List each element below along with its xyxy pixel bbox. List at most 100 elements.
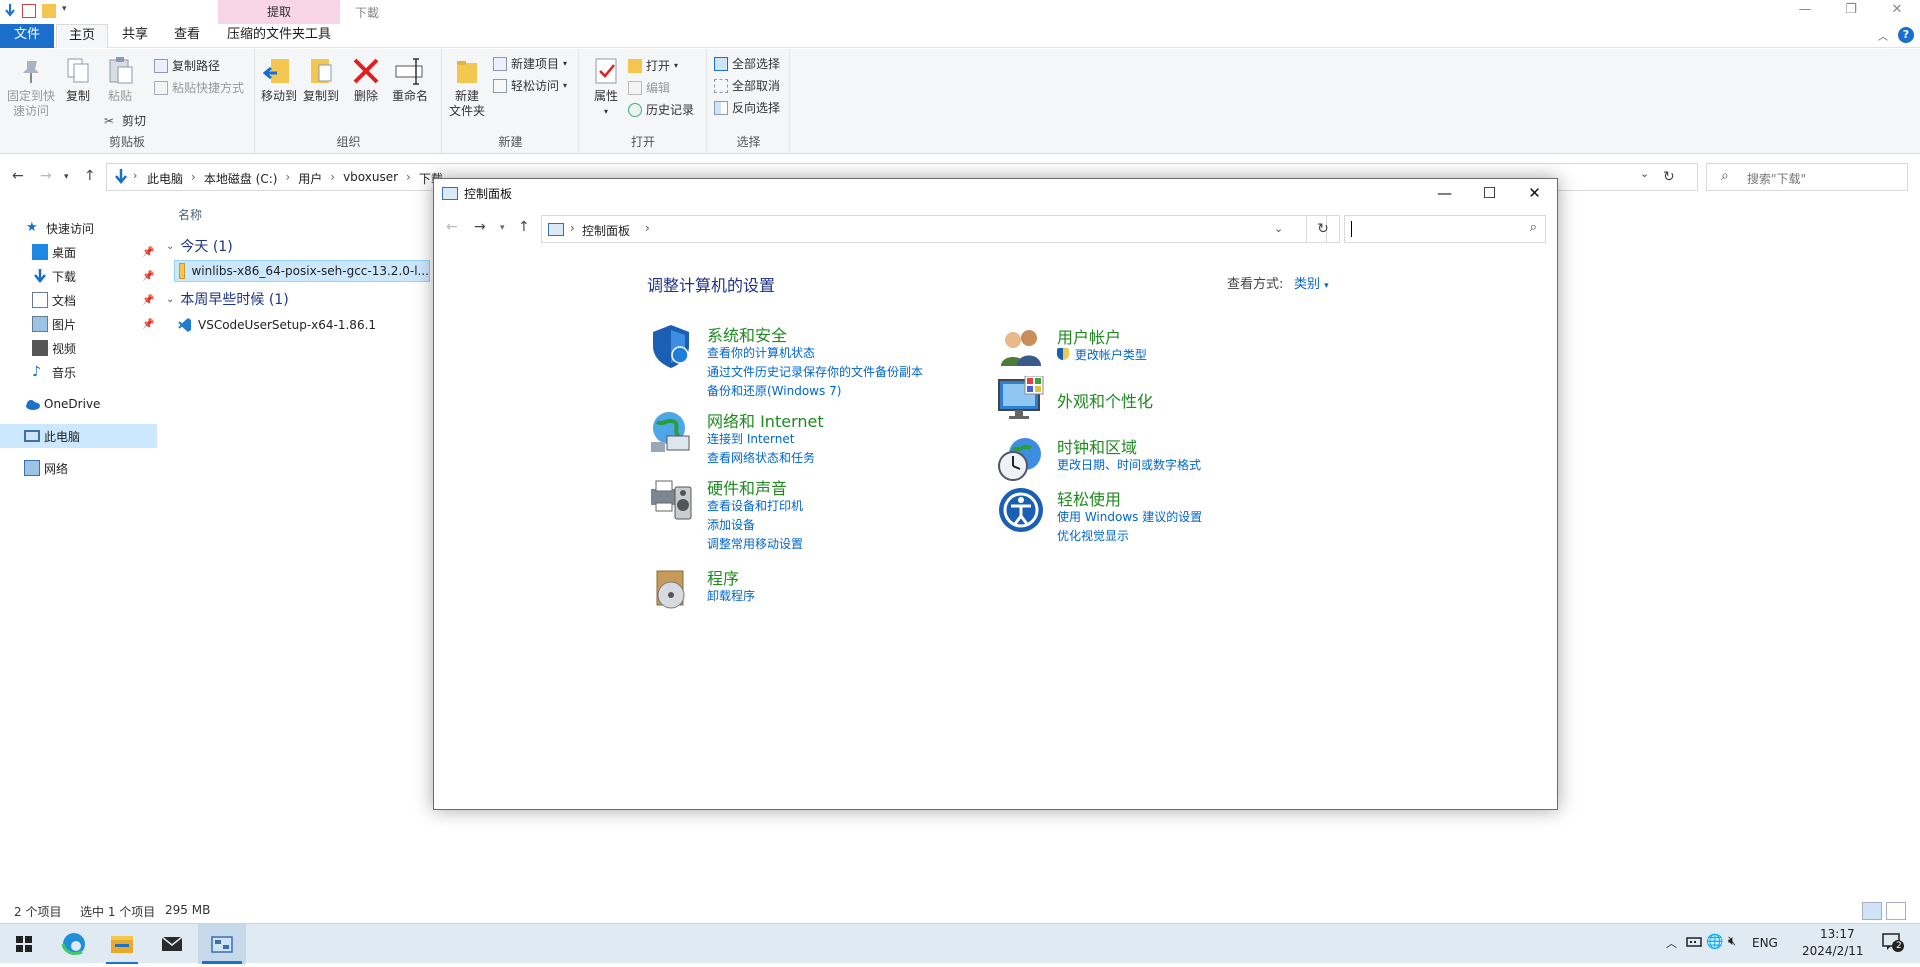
control-panel-search-input[interactable]: ⌕: [1344, 215, 1546, 243]
history-button[interactable]: 历史记录: [628, 101, 694, 118]
easy-access-button[interactable]: 轻松访问 ▾: [493, 77, 567, 94]
link-backup-restore[interactable]: 备份和还原(Windows 7): [707, 382, 841, 399]
taskbar-control-panel[interactable]: [198, 924, 246, 964]
nav-desktop[interactable]: 桌面 📌: [0, 240, 157, 264]
link-mobility-settings[interactable]: 调整常用移动设置: [707, 535, 803, 552]
properties-check-icon[interactable]: [22, 4, 36, 18]
breadcrumb-users[interactable]: 用户: [298, 170, 322, 187]
down-arrow-icon[interactable]: [4, 4, 16, 18]
details-view-icon[interactable]: [1862, 902, 1882, 920]
address-dropdown-chevron-icon[interactable]: ⌄: [1274, 222, 1283, 235]
cut-button[interactable]: ✂ 剪切: [104, 112, 146, 129]
paste-shortcut-button[interactable]: 粘贴快捷方式: [154, 79, 244, 96]
recent-locations-chevron-icon[interactable]: ▾: [500, 223, 505, 233]
invert-selection-button[interactable]: 反向选择: [714, 99, 780, 116]
start-button[interactable]: [0, 924, 48, 964]
link-network-status[interactable]: 查看网络状态和任务: [707, 449, 815, 466]
link-devices-printers[interactable]: 查看设备和打印机: [707, 497, 803, 514]
nav-documents[interactable]: 文档 📌: [0, 288, 157, 312]
nav-videos[interactable]: 视频: [0, 336, 157, 360]
new-folder-button[interactable]: 新建 文件夹: [449, 55, 485, 119]
pin-icon[interactable]: 📌: [142, 247, 154, 258]
edit-button[interactable]: 编辑: [628, 79, 670, 96]
clock-date[interactable]: 2024/2/11: [1802, 944, 1864, 958]
rename-button[interactable]: 重命名: [390, 55, 430, 104]
column-header-name[interactable]: 名称: [178, 206, 202, 223]
help-icon[interactable]: ?: [1898, 27, 1914, 43]
copy-path-button[interactable]: 复制路径: [154, 57, 220, 74]
forward-arrow-icon[interactable]: →: [474, 219, 486, 235]
paste-button[interactable]: 粘贴: [104, 55, 136, 104]
chevron-down-icon[interactable]: ▾: [62, 4, 70, 18]
folder-icon[interactable]: [42, 4, 56, 18]
link-optimize-visual-display[interactable]: 优化视觉显示: [1057, 527, 1129, 544]
refresh-icon[interactable]: ↻: [1306, 215, 1340, 243]
breadcrumb-control-panel[interactable]: 控制面板: [582, 222, 630, 239]
select-all-button[interactable]: 全部选择: [714, 55, 780, 72]
forward-arrow-icon[interactable]: →: [40, 168, 52, 184]
category-title[interactable]: 网络和 Internet: [707, 408, 824, 432]
category-title[interactable]: 轻松使用: [1057, 486, 1121, 510]
properties-button[interactable]: 属性 ▾: [590, 55, 622, 119]
speaker-muted-icon[interactable]: 🔇︎: [1728, 934, 1736, 949]
nav-quick-access[interactable]: ★ 快速访问: [0, 216, 157, 240]
pin-icon[interactable]: 📌: [142, 271, 154, 282]
input-language[interactable]: ENG: [1752, 936, 1778, 950]
clock-time[interactable]: 13:17: [1820, 927, 1855, 941]
show-hidden-icons-chevron-icon[interactable]: ︿: [1666, 935, 1677, 951]
tab-home[interactable]: 主页: [56, 24, 108, 48]
nav-network[interactable]: 网络: [0, 456, 157, 480]
nav-this-pc[interactable]: 此电脑: [0, 424, 157, 448]
tab-compressed-folder-tools[interactable]: 压缩的文件夹工具: [218, 24, 340, 48]
select-none-button[interactable]: 全部取消: [714, 77, 780, 94]
category-title[interactable]: 用户帐户: [1057, 324, 1121, 348]
tab-file[interactable]: 文件: [0, 24, 54, 48]
network-adapter-icon[interactable]: [1686, 935, 1702, 952]
delete-button[interactable]: 删除: [350, 55, 382, 104]
breadcrumb-this-pc[interactable]: 此电脑: [147, 170, 183, 187]
close-button[interactable]: ✕: [1874, 0, 1920, 22]
nav-pictures[interactable]: 图片 📌: [0, 312, 157, 336]
restore-button[interactable]: ❐: [1828, 0, 1874, 22]
minimize-button[interactable]: —: [1782, 0, 1828, 22]
nav-downloads[interactable]: 下载 📌: [0, 264, 157, 288]
file-row[interactable]: winlibs-x86_64-posix-seh-gcc-13.2.0-l...: [174, 260, 430, 282]
category-title[interactable]: 硬件和声音: [707, 475, 787, 499]
link-connect-internet[interactable]: 连接到 Internet: [707, 430, 794, 447]
group-today[interactable]: ⌄ 今天 (1): [166, 236, 233, 256]
up-arrow-icon[interactable]: ↑: [84, 168, 96, 184]
globe-icon[interactable]: 🌐: [1706, 934, 1723, 950]
address-dropdown-chevron-icon[interactable]: ⌄: [1640, 167, 1649, 180]
control-panel-address-box[interactable]: › 控制面板 ›: [541, 215, 1327, 243]
nav-music[interactable]: ♪ 音乐: [0, 360, 157, 384]
taskbar-mail[interactable]: [148, 924, 196, 964]
taskbar-file-explorer[interactable]: [98, 924, 146, 964]
breadcrumb-vboxuser[interactable]: vboxuser: [343, 170, 398, 187]
close-button[interactable]: ✕: [1512, 179, 1557, 209]
link-change-account-type[interactable]: 更改帐户类型: [1057, 346, 1147, 363]
nav-onedrive[interactable]: OneDrive: [0, 392, 157, 416]
file-row[interactable]: VSCodeUserSetup-x64-1.86.1: [174, 314, 376, 336]
category-title[interactable]: 外观和个性化: [1057, 388, 1153, 412]
minimize-button[interactable]: —: [1422, 179, 1467, 209]
new-item-button[interactable]: 新建项目 ▾: [493, 55, 567, 72]
chevron-up-icon[interactable]: ︿: [1878, 28, 1888, 43]
tab-view[interactable]: 查看: [164, 24, 210, 48]
link-add-device[interactable]: 添加设备: [707, 516, 755, 533]
move-to-button[interactable]: 移动到: [260, 55, 298, 104]
recent-locations-chevron-icon[interactable]: ▾: [64, 172, 69, 182]
pin-quick-access-button[interactable]: 固定到快 速访问: [6, 55, 56, 119]
pin-icon[interactable]: 📌: [142, 319, 154, 330]
taskbar-edge[interactable]: [50, 924, 98, 964]
back-arrow-icon[interactable]: ←: [12, 168, 24, 184]
up-arrow-icon[interactable]: ↑: [518, 219, 530, 235]
open-button[interactable]: 打开 ▾: [628, 57, 678, 74]
category-title[interactable]: 时钟和区域: [1057, 434, 1137, 458]
tab-share[interactable]: 共享: [112, 24, 158, 48]
link-file-history-backup[interactable]: 通过文件历史记录保存你的文件备份副本: [707, 363, 923, 380]
large-icons-view-icon[interactable]: [1886, 902, 1906, 920]
category-title[interactable]: 程序: [707, 565, 739, 589]
pin-icon[interactable]: 📌: [142, 295, 154, 306]
back-arrow-icon[interactable]: ←: [446, 219, 458, 235]
breadcrumb-local-disk[interactable]: 本地磁盘 (C:): [204, 170, 278, 187]
